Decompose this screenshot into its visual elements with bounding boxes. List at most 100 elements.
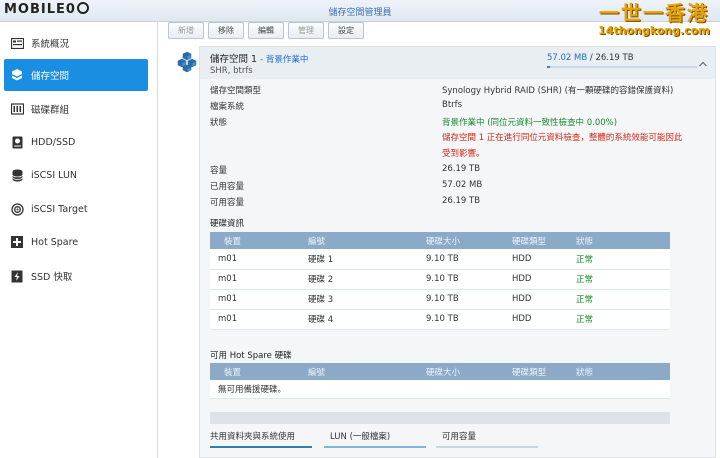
cell-size: 9.10 TB	[418, 249, 504, 270]
table-row[interactable]: m01 硬碟 4 9.10 TB HDD 正常	[210, 309, 670, 330]
warning-line1: 儲存空間 1 正在進行同位元資料檢查，整體的系統效能可能因此	[442, 133, 683, 143]
table-row[interactable]: m01 硬碟 2 9.10 TB HDD 正常	[210, 269, 670, 290]
toolbar: 新增 移除 編輯 管理 設定	[168, 22, 364, 40]
overview-icon	[10, 36, 24, 50]
cell-status: 正常	[568, 269, 670, 290]
hot-spare-empty: 無可用備援硬碟。	[210, 380, 670, 399]
cell-device: m01	[210, 269, 300, 290]
legend-shared: 共用資料夾與系統使用	[210, 430, 312, 448]
watermark: 一世一香港 14thongkong.com	[592, 2, 716, 44]
disk-table-header: 裝置 編號 硬碟大小 硬碟類型 狀態	[210, 232, 670, 249]
capacity-bar	[210, 412, 670, 424]
detail-value: 57.02 MB	[442, 180, 483, 190]
sidebar-item-volume[interactable]: 儲存空間	[4, 59, 148, 91]
hot-spare-icon	[10, 235, 24, 249]
sidebar: 系統概況 儲存空間 磁碟群組 HDD/SSD iSCSI LUN iSCSI T…	[0, 22, 158, 458]
cell-type: HDD	[504, 309, 568, 330]
detail-label: 已用容量	[210, 182, 245, 192]
sidebar-item-hdd-ssd[interactable]: HDD/SSD	[4, 126, 148, 158]
usage-bar	[547, 66, 697, 68]
sidebar-item-label: Hot Spare	[31, 236, 79, 248]
cell-id: 硬碟 1	[300, 249, 418, 270]
volume-total: 26.19 TB	[595, 53, 634, 63]
detail-value: Synology Hybrid RAID (SHR) (有一顆硬碟的容錯保護資料…	[442, 86, 674, 96]
disk-group-icon	[10, 102, 24, 116]
detail-value: 26.19 TB	[442, 196, 481, 206]
settings-button[interactable]: 設定	[328, 22, 364, 39]
cell-type: HDD	[504, 289, 568, 310]
detail-label: 儲存空間類型	[210, 86, 262, 96]
cell-device: m01	[210, 309, 300, 330]
sidebar-item-hot-spare[interactable]: Hot Spare	[4, 226, 148, 258]
disk-info-title: 硬碟資訊	[210, 219, 245, 229]
sidebar-item-label: 儲存空間	[31, 71, 70, 82]
sidebar-item-label: 系統概況	[31, 39, 70, 50]
sidebar-item-iscsi-target[interactable]: iSCSI Target	[4, 193, 148, 225]
col-id[interactable]: 編號	[308, 366, 325, 378]
sidebar-item-label: SSD 快取	[31, 272, 73, 283]
sidebar-item-iscsi-lun[interactable]: iSCSI LUN	[4, 159, 148, 191]
legend-lun: LUN (一般檔案)	[324, 430, 426, 448]
legend-label: 共用資料夾與系統使用	[210, 432, 296, 442]
collapse-chevron-icon[interactable]	[699, 60, 707, 68]
volume-title: 儲存空間 1 - 背景作業中	[210, 51, 308, 65]
detail-label: 檔案系統	[210, 102, 245, 112]
sidebar-item-label: iSCSI Target	[31, 203, 88, 215]
volume-used: 57.02 MB	[547, 53, 588, 63]
cell-id: 硬碟 4	[300, 309, 418, 330]
sidebar-item-label: 磁碟群組	[31, 105, 70, 116]
manage-button[interactable]: 管理	[288, 22, 324, 39]
cell-status: 正常	[568, 249, 670, 270]
cell-device: m01	[210, 249, 300, 270]
remove-button[interactable]: 移除	[208, 22, 244, 39]
detail-value: 背景作業中 (同位元資料一致性檢查中 0.00%)	[442, 118, 618, 128]
sidebar-item-overview[interactable]: 系統概況	[4, 27, 148, 59]
volume-status: - 背景作業中	[260, 55, 309, 65]
col-status[interactable]: 狀態	[568, 232, 670, 249]
col-type[interactable]: 硬碟類型	[512, 366, 546, 378]
col-type[interactable]: 硬碟類型	[504, 232, 568, 249]
detail-label: 容量	[210, 166, 228, 176]
sidebar-item-disk-group[interactable]: 磁碟群組	[4, 93, 148, 125]
hot-spare-header: 裝置 編號 硬碟大小 硬碟類型 狀態	[210, 363, 670, 380]
cell-id: 硬碟 2	[300, 269, 418, 290]
volume-panel: 儲存空間 1 - 背景作業中 SHR, btrfs 57.02 MB / 26.…	[199, 46, 716, 458]
table-row[interactable]: m01 硬碟 3 9.10 TB HDD 正常	[210, 289, 670, 310]
col-id[interactable]: 編號	[300, 232, 418, 249]
col-status[interactable]: 狀態	[576, 366, 593, 378]
legend-swatch	[324, 446, 426, 448]
volume-header[interactable]: 儲存空間 1 - 背景作業中 SHR, btrfs 57.02 MB / 26.…	[200, 47, 715, 79]
cell-size: 9.10 TB	[418, 289, 504, 310]
edit-button[interactable]: 編輯	[248, 22, 284, 39]
sidebar-item-ssd-cache[interactable]: SSD 快取	[4, 260, 148, 292]
disk-table: 裝置 編號 硬碟大小 硬碟類型 狀態 m01 硬碟 1 9.10 TB HDD …	[210, 232, 670, 330]
watermark-line2: 14thongkong.com	[598, 24, 710, 37]
volume-cube-icon	[176, 51, 198, 76]
col-size[interactable]: 硬碟大小	[426, 366, 460, 378]
sidebar-item-label: HDD/SSD	[31, 136, 76, 148]
target-icon	[10, 202, 24, 216]
cell-size: 9.10 TB	[418, 309, 504, 330]
lun-icon	[10, 168, 24, 182]
detail-label: 可用容量	[210, 198, 245, 208]
volume-icon	[10, 68, 24, 82]
warning-line2: 受到影響。	[442, 149, 485, 159]
cell-status: 正常	[568, 309, 670, 330]
cell-type: HDD	[504, 249, 568, 270]
new-button[interactable]: 新增	[168, 22, 204, 39]
volume-subtitle: SHR, btrfs	[210, 66, 253, 76]
watermark-line1: 一世一香港	[599, 1, 709, 25]
table-row[interactable]: m01 硬碟 1 9.10 TB HDD 正常	[210, 249, 670, 270]
usage-separator: /	[589, 53, 593, 63]
hot-spare-table: 裝置 編號 硬碟大小 硬碟類型 狀態 無可用備援硬碟。	[210, 363, 670, 399]
sidebar-item-label: iSCSI LUN	[31, 169, 78, 181]
detail-value: 26.19 TB	[442, 164, 481, 174]
cell-type: HDD	[504, 269, 568, 290]
col-device[interactable]: 裝置	[224, 366, 241, 378]
col-device[interactable]: 裝置	[210, 232, 300, 249]
legend-swatch	[436, 446, 538, 448]
ssd-cache-icon	[10, 269, 24, 283]
col-size[interactable]: 硬碟大小	[418, 232, 504, 249]
volume-name: 儲存空間 1	[210, 54, 258, 65]
hot-spare-title: 可用 Hot Spare 硬碟	[210, 351, 292, 361]
